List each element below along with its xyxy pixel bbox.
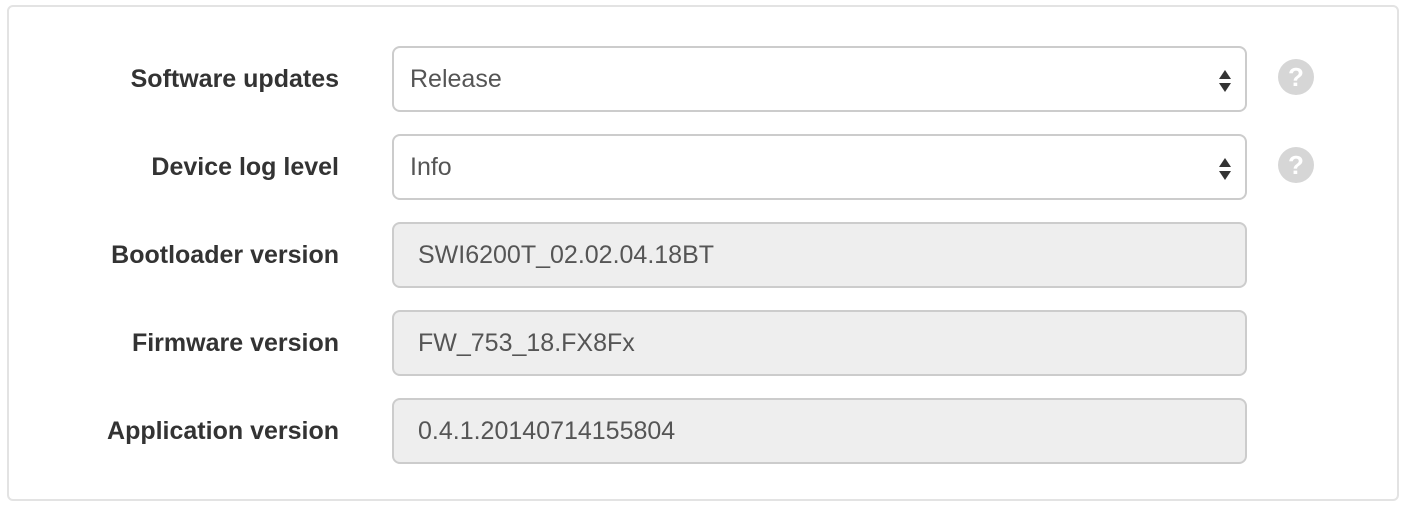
software-updates-row: Software updates Release ? xyxy=(9,46,1401,112)
device-log-level-label: Device log level xyxy=(151,153,339,181)
bootloader-version-row: Bootloader version SWI6200T_02.02.04.18B… xyxy=(9,222,1401,288)
software-updates-value: Release xyxy=(410,65,502,93)
software-updates-help-icon[interactable]: ? xyxy=(1278,59,1314,95)
device-log-level-help-icon[interactable]: ? xyxy=(1278,147,1314,183)
firmware-version-row: Firmware version FW_753_18.FX8Fx xyxy=(9,310,1401,376)
select-arrows-icon xyxy=(1219,70,1231,92)
device-log-level-value: Info xyxy=(410,153,452,181)
bootloader-version-label: Bootloader version xyxy=(111,241,339,269)
software-updates-select[interactable]: Release xyxy=(392,46,1247,112)
application-version-field: 0.4.1.20140714155804 xyxy=(392,398,1247,464)
application-version-label: Application version xyxy=(107,417,339,445)
device-log-level-select[interactable]: Info xyxy=(392,134,1247,200)
select-arrows-icon xyxy=(1219,158,1231,180)
firmware-version-label: Firmware version xyxy=(131,329,339,357)
bootloader-version-field: SWI6200T_02.02.04.18BT xyxy=(392,222,1247,288)
settings-panel: Software updates Release ? Device log le… xyxy=(7,5,1399,501)
application-version-row: Application version 0.4.1.20140714155804 xyxy=(9,398,1401,464)
device-log-level-row: Device log level Info ? xyxy=(9,134,1401,200)
firmware-version-field: FW_753_18.FX8Fx xyxy=(392,310,1247,376)
software-updates-label: Software updates xyxy=(130,65,339,93)
